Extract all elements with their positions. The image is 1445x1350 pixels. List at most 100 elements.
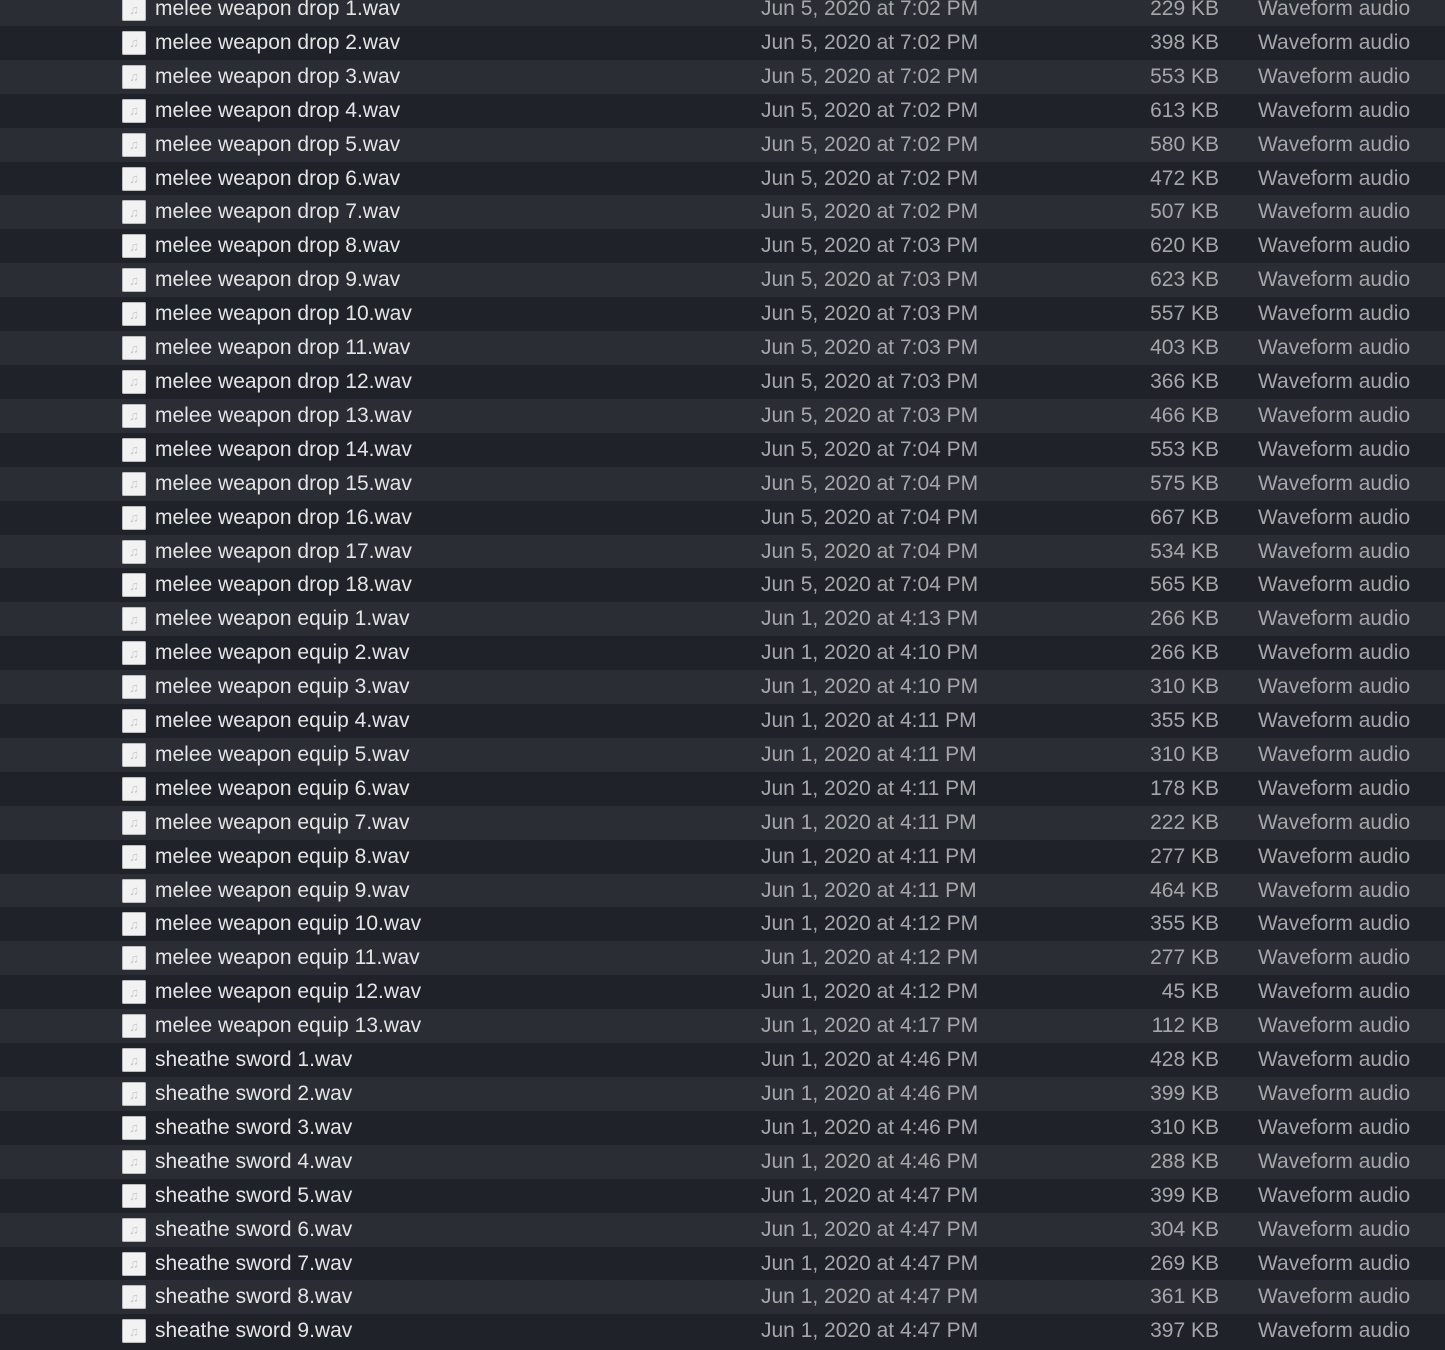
audio-file-icon: ♫ xyxy=(122,980,146,1005)
file-size: 534 KB xyxy=(1150,539,1219,563)
file-size: 310 KB xyxy=(1150,742,1219,766)
file-date-modified: Jun 5, 2020 at 7:02 PM xyxy=(761,0,979,20)
file-row[interactable]: ♫ melee weapon equip 3.wav Jun 1, 2020 at … xyxy=(0,670,1445,705)
file-row[interactable]: ♫ sheathe sword 4.wav Jun 1, 2020 at 4:46 … xyxy=(0,1144,1445,1179)
file-size: 399 KB xyxy=(1150,1082,1219,1105)
file-row[interactable]: ♫ melee weapon equip 7.wav Jun 1, 2020 at … xyxy=(0,805,1445,840)
file-row[interactable]: ♫ melee weapon drop 16.wav Jun 5, 2020 at … xyxy=(0,500,1445,535)
file-kind: Waveform audio xyxy=(1258,505,1411,529)
file-row[interactable]: ♫ sheathe sword 3.wav Jun 1, 2020 at 4:46 … xyxy=(0,1110,1445,1145)
file-date-modified: Jun 5, 2020 at 7:04 PM xyxy=(761,539,979,563)
file-kind: Waveform audio xyxy=(1258,1319,1411,1343)
file-row[interactable]: ♫ sheathe sword 6.wav Jun 1, 2020 at 4:47 … xyxy=(0,1212,1445,1247)
file-name: melee weapon equip 6.wav xyxy=(155,776,410,800)
file-row[interactable]: ♫ melee weapon drop 1.wav Jun 5, 2020 at 7… xyxy=(0,0,1445,26)
audio-file-icon: ♫ xyxy=(122,1048,146,1073)
file-date-modified: Jun 5, 2020 at 7:03 PM xyxy=(761,336,979,360)
file-kind: Waveform audio xyxy=(1258,607,1411,631)
file-row[interactable]: ♫ melee weapon equip 5.wav Jun 1, 2020 at … xyxy=(0,737,1445,772)
audio-file-icon: ♫ xyxy=(122,641,146,666)
audio-file-icon: ♫ xyxy=(122,30,146,55)
audio-file-icon: ♫ xyxy=(122,437,146,462)
file-row[interactable]: ♫ melee weapon drop 14.wav Jun 5, 2020 at … xyxy=(0,432,1445,467)
file-size: 399 KB xyxy=(1150,1183,1219,1207)
file-row[interactable]: ♫ sheathe sword 1.wav Jun 1, 2020 at 4:46 … xyxy=(0,1043,1445,1077)
file-row[interactable]: ♫ melee weapon equip 6.wav Jun 1, 2020 at … xyxy=(0,771,1445,806)
file-row[interactable]: ♫ sheathe sword 2.wav Jun 1, 2020 at 4:46 … xyxy=(0,1077,1445,1111)
file-row[interactable]: ♫ melee weapon drop 10.wav Jun 5, 2020 at … xyxy=(0,297,1445,332)
file-row[interactable]: ♫ melee weapon equip 10.wav Jun 1, 2020 at… xyxy=(0,907,1445,942)
audio-file-icon: ♫ xyxy=(122,1217,146,1242)
file-row[interactable]: ♫ melee weapon equip 11.wav Jun 1, 2020 at… xyxy=(0,941,1445,976)
file-row[interactable]: ♫ melee weapon drop 5.wav Jun 5, 2020 at 7… xyxy=(0,127,1445,162)
file-row[interactable]: ♫ melee weapon drop 17.wav Jun 5, 2020 at … xyxy=(0,534,1445,569)
file-row[interactable]: ♫ melee weapon drop 11.wav Jun 5, 2020 at … xyxy=(0,331,1445,365)
file-row[interactable]: ♫ melee weapon drop 6.wav Jun 5, 2020 at 7… xyxy=(0,161,1445,196)
file-row[interactable]: ♫ melee weapon equip 8.wav Jun 1, 2020 at … xyxy=(0,839,1445,874)
file-kind: Waveform audio xyxy=(1258,369,1411,393)
file-size: 45 KB xyxy=(1161,980,1219,1004)
file-row[interactable]: ♫ melee weapon equip 2.wav Jun 1, 2020 at … xyxy=(0,636,1445,671)
file-row[interactable]: ♫ melee weapon drop 2.wav Jun 5, 2020 at 7… xyxy=(0,25,1445,60)
file-name: melee weapon drop 7.wav xyxy=(155,200,401,224)
file-date-modified: Jun 5, 2020 at 7:04 PM xyxy=(761,471,979,495)
file-row[interactable]: ♫ melee weapon drop 15.wav Jun 5, 2020 at … xyxy=(0,466,1445,501)
file-row[interactable]: ♫ sheathe sword 5.wav Jun 1, 2020 at 4:47 … xyxy=(0,1178,1445,1213)
file-name: melee weapon drop 1.wav xyxy=(155,0,401,20)
audio-file-icon: ♫ xyxy=(122,64,146,89)
file-row[interactable]: ♫ melee weapon equip 13.wav Jun 1, 2020 at… xyxy=(0,1009,1445,1044)
file-kind: Waveform audio xyxy=(1258,336,1411,360)
file-row[interactable]: ♫ melee weapon equip 1.wav Jun 1, 2020 at … xyxy=(0,602,1445,637)
file-date-modified: Jun 5, 2020 at 7:02 PM xyxy=(761,98,979,122)
file-date-modified: Jun 1, 2020 at 4:11 PM xyxy=(761,742,977,766)
file-row[interactable]: ♫ sheathe sword 9.wav Jun 1, 2020 at 4:47 … xyxy=(0,1314,1445,1349)
file-row[interactable]: ♫ melee weapon drop 12.wav Jun 5, 2020 at … xyxy=(0,364,1445,399)
file-date-modified: Jun 1, 2020 at 4:11 PM xyxy=(761,878,977,902)
file-row[interactable]: ♫ melee weapon equip 9.wav Jun 1, 2020 at … xyxy=(0,873,1445,908)
file-kind: Waveform audio xyxy=(1258,1014,1411,1038)
file-row[interactable]: ♫ melee weapon drop 8.wav Jun 5, 2020 at 7… xyxy=(0,229,1445,264)
audio-file-icon: ♫ xyxy=(122,1319,146,1344)
audio-file-icon: ♫ xyxy=(122,1251,146,1276)
file-size: 472 KB xyxy=(1150,166,1219,190)
file-row[interactable]: ♫ melee weapon equip 12.wav Jun 1, 2020 at… xyxy=(0,975,1445,1010)
file-kind: Waveform audio xyxy=(1258,64,1411,88)
file-size: 403 KB xyxy=(1150,336,1219,360)
file-kind: Waveform audio xyxy=(1258,912,1411,936)
audio-file-icon: ♫ xyxy=(122,844,146,869)
audio-file-icon: ♫ xyxy=(122,471,146,496)
file-size: 178 KB xyxy=(1150,776,1219,800)
file-row[interactable]: ♫ melee weapon drop 3.wav Jun 5, 2020 at 7… xyxy=(0,59,1445,94)
file-row[interactable]: ♫ melee weapon drop 18.wav Jun 5, 2020 at … xyxy=(0,568,1445,603)
file-size: 464 KB xyxy=(1150,878,1219,902)
file-date-modified: Jun 1, 2020 at 4:10 PM xyxy=(761,675,979,699)
file-kind: Waveform audio xyxy=(1258,776,1411,800)
file-size: 288 KB xyxy=(1150,1149,1219,1173)
file-row[interactable]: ♫ melee weapon drop 9.wav Jun 5, 2020 at 7… xyxy=(0,263,1445,298)
file-name: sheathe sword 2.wav xyxy=(155,1082,353,1105)
file-row[interactable]: ♫ sheathe sword 7.wav Jun 1, 2020 at 4:47 … xyxy=(0,1246,1445,1281)
file-kind: Waveform audio xyxy=(1258,437,1411,461)
file-date-modified: Jun 1, 2020 at 4:17 PM xyxy=(761,1014,979,1038)
file-date-modified: Jun 1, 2020 at 4:13 PM xyxy=(761,607,979,631)
audio-file-icon: ♫ xyxy=(122,505,146,530)
file-size: 355 KB xyxy=(1150,709,1219,733)
file-name: melee weapon equip 3.wav xyxy=(155,675,410,699)
file-name: sheathe sword 5.wav xyxy=(155,1183,353,1207)
file-kind: Waveform audio xyxy=(1258,132,1411,156)
audio-file-icon: ♫ xyxy=(122,776,146,801)
file-size: 466 KB xyxy=(1150,403,1219,427)
file-kind: Waveform audio xyxy=(1258,641,1411,665)
file-size: 266 KB xyxy=(1150,607,1219,631)
file-name: melee weapon drop 16.wav xyxy=(155,505,412,529)
file-size: 304 KB xyxy=(1150,1217,1219,1241)
file-row[interactable]: ♫ melee weapon drop 13.wav Jun 5, 2020 at … xyxy=(0,398,1445,433)
file-row[interactable]: ♫ melee weapon equip 4.wav Jun 1, 2020 at … xyxy=(0,704,1445,738)
audio-file-icon: ♫ xyxy=(122,98,146,123)
file-kind: Waveform audio xyxy=(1258,1217,1411,1241)
audio-file-icon: ♫ xyxy=(122,200,146,225)
file-row[interactable]: ♫ melee weapon drop 4.wav Jun 5, 2020 at 7… xyxy=(0,93,1445,128)
file-name: melee weapon equip 8.wav xyxy=(155,844,410,868)
file-row[interactable]: ♫ melee weapon drop 7.wav Jun 5, 2020 at 7… xyxy=(0,195,1445,230)
file-row[interactable]: ♫ sheathe sword 8.wav Jun 1, 2020 at 4:47 … xyxy=(0,1280,1445,1315)
